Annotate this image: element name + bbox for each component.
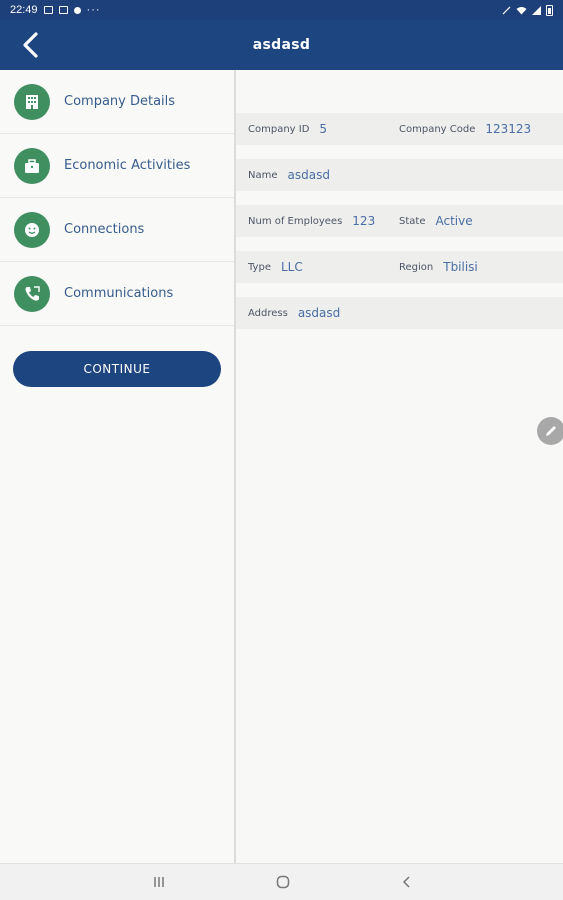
more-notifications-icon: ··· xyxy=(86,4,101,16)
back-icon xyxy=(402,876,410,888)
type-value: LLC xyxy=(280,260,303,274)
system-back-button[interactable] xyxy=(397,872,417,892)
app-bar: asdasd xyxy=(0,20,563,70)
company-id-label: Company ID xyxy=(248,123,310,135)
state-label: State xyxy=(399,215,426,227)
sidebar-item-label: Connections xyxy=(64,222,145,237)
wifi-icon xyxy=(516,6,527,14)
address-value: asdasd xyxy=(297,306,341,320)
home-icon xyxy=(276,875,290,889)
notification-icon xyxy=(73,6,81,14)
cellular-icon xyxy=(532,5,541,15)
home-button[interactable] xyxy=(273,872,293,892)
smiley-icon xyxy=(14,211,50,248)
company-code-field: Company Code 123123 xyxy=(399,122,531,136)
details-row: Address asdasd xyxy=(236,297,563,329)
phone-icon xyxy=(14,275,50,312)
details-row: Name asdasd xyxy=(236,159,563,191)
state-field: State Active xyxy=(399,214,473,228)
name-value: asdasd xyxy=(287,168,330,182)
company-code-label: Company Code xyxy=(399,123,476,135)
gallery-icon xyxy=(43,6,53,14)
region-value: Tbilisi xyxy=(443,260,478,274)
sidebar-item-economic-activities[interactable]: Economic Activities xyxy=(0,134,234,198)
address-field: Address asdasd xyxy=(248,306,340,320)
region-field: Region Tbilisi xyxy=(399,260,478,274)
sidebar-item-label: Company Details xyxy=(64,94,176,109)
battery-icon xyxy=(546,4,553,16)
region-label: Region xyxy=(399,261,434,273)
briefcase-icon xyxy=(14,147,50,184)
employees-label: Num of Employees xyxy=(248,215,343,227)
details-row: Type LLC Region Tbilisi xyxy=(236,251,563,283)
system-nav-bar xyxy=(0,863,563,900)
pencil-icon xyxy=(546,426,556,436)
image-icon xyxy=(58,6,68,14)
recent-apps-button[interactable] xyxy=(149,872,169,892)
status-time: 22:49 xyxy=(10,4,38,16)
sidebar-item-label: Economic Activities xyxy=(64,158,191,173)
status-bar: 22:49 ··· xyxy=(0,0,563,20)
sidebar: Company Details Economic Activities Conn… xyxy=(0,70,234,863)
sidebar-item-connections[interactable]: Connections xyxy=(0,198,234,262)
sidebar-item-communications[interactable]: Communications xyxy=(0,262,234,326)
employees-field: Num of Employees 123 xyxy=(248,214,399,228)
details-row: Company ID 5 Company Code 123123 xyxy=(236,113,563,145)
type-field: Type LLC xyxy=(248,260,399,274)
name-label: Name xyxy=(248,169,278,181)
sidebar-item-company-details[interactable]: Company Details xyxy=(0,70,234,134)
address-label: Address xyxy=(248,307,288,319)
back-button[interactable] xyxy=(14,29,46,61)
type-label: Type xyxy=(248,261,271,273)
edit-button[interactable] xyxy=(537,417,563,445)
employees-value: 123 xyxy=(352,214,376,228)
details-row: Num of Employees 123 State Active xyxy=(236,205,563,237)
continue-button[interactable]: CONTINUE xyxy=(13,351,221,387)
page-title: asdasd xyxy=(252,37,311,53)
sidebar-item-label: Communications xyxy=(64,286,174,301)
state-value: Active xyxy=(435,214,473,228)
company-id-field: Company ID 5 xyxy=(248,122,399,136)
company-id-value: 5 xyxy=(319,122,328,136)
chevron-left-icon xyxy=(23,32,38,58)
recent-apps-icon xyxy=(154,877,164,887)
name-field: Name asdasd xyxy=(248,168,330,182)
signal-mute-icon xyxy=(502,6,511,14)
building-icon xyxy=(14,83,50,120)
company-details-panel: Company ID 5 Company Code 123123 Name as… xyxy=(236,70,563,863)
company-code-value: 123123 xyxy=(485,122,532,136)
